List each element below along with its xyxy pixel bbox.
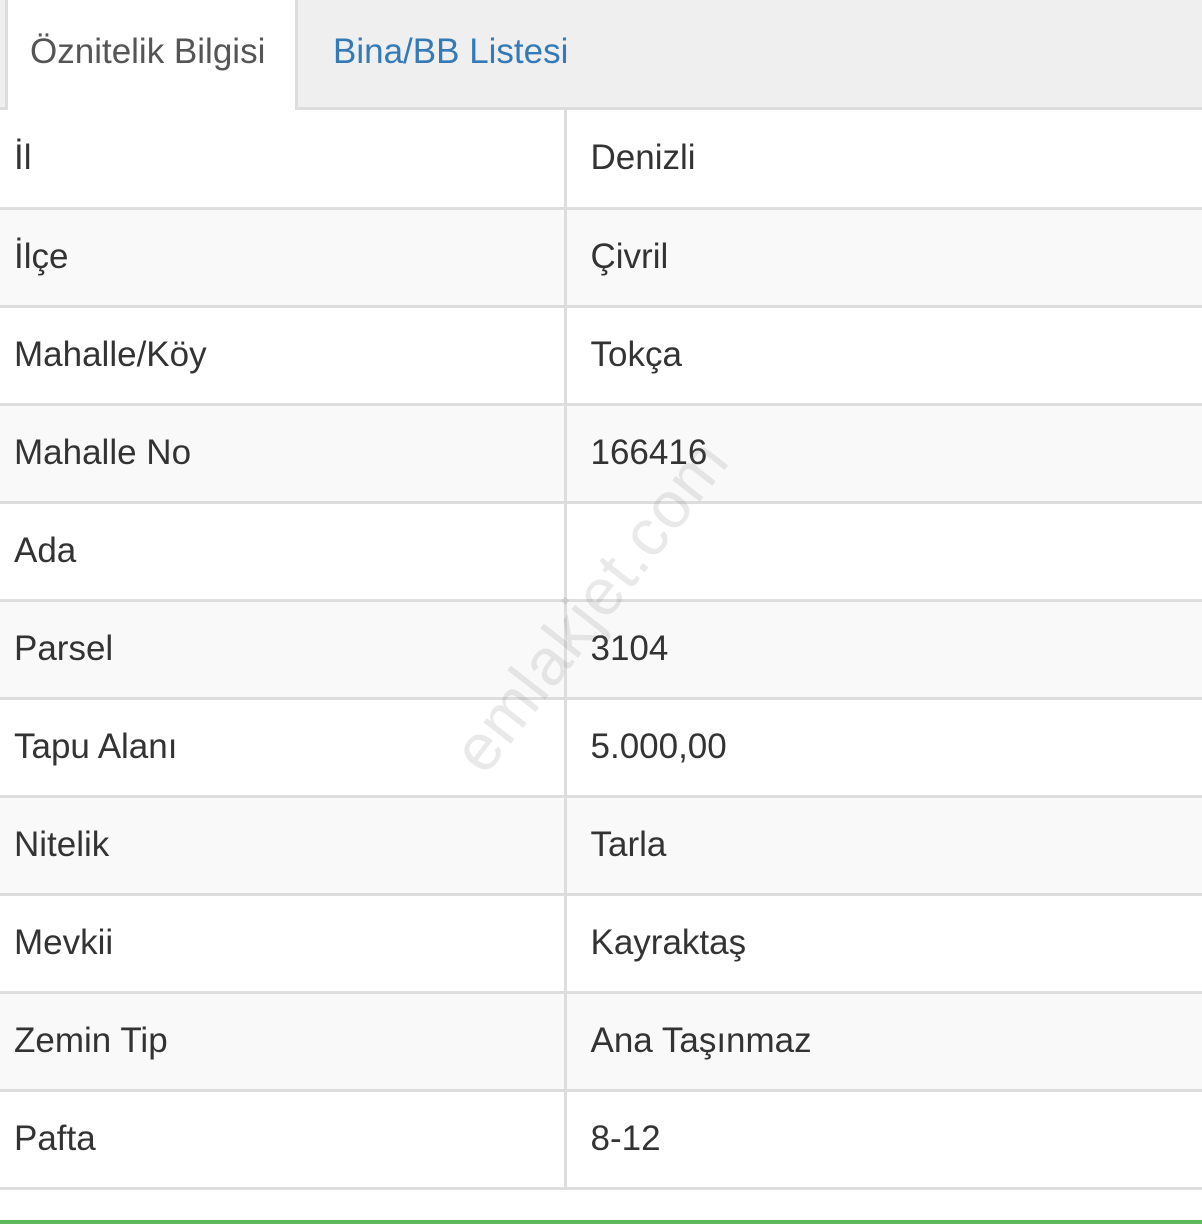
row-value: 166416 bbox=[565, 404, 1202, 504]
row-value: 3104 bbox=[565, 600, 1202, 700]
row-value: Ana Taşınmaz bbox=[565, 992, 1202, 1092]
table-row-ilce: İlçe Çivril bbox=[0, 208, 1202, 308]
table-row-mahalle-koy: Mahalle/Köy Tokça bbox=[0, 306, 1202, 406]
row-value: Denizli bbox=[565, 110, 1202, 210]
row-value: 5.000,00 bbox=[565, 698, 1202, 798]
row-value: Çivril bbox=[565, 208, 1202, 308]
row-label: Parsel bbox=[0, 600, 567, 700]
bottom-accent-line bbox=[0, 1220, 1202, 1224]
attribute-table: İl Denizli İlçe Çivril Mahalle/Köy Tokça… bbox=[0, 110, 1202, 1190]
table-row-tapu-alani: Tapu Alanı 5.000,00 bbox=[0, 698, 1202, 798]
tab-oznitelik-bilgisi[interactable]: Öznitelik Bilgisi bbox=[5, 0, 298, 110]
row-value bbox=[565, 502, 1202, 602]
row-label: Mevkii bbox=[0, 894, 567, 994]
row-label: Tapu Alanı bbox=[0, 698, 567, 798]
table-row-mevkii: Mevkii Kayraktaş bbox=[0, 894, 1202, 994]
row-value: Tokça bbox=[565, 306, 1202, 406]
row-value: Kayraktaş bbox=[565, 894, 1202, 994]
row-label: Nitelik bbox=[0, 796, 567, 896]
row-label: Zemin Tip bbox=[0, 992, 567, 1092]
tab-bina-bb-listesi[interactable]: Bina/BB Listesi bbox=[333, 0, 568, 110]
table-row-pafta: Pafta 8-12 bbox=[0, 1090, 1202, 1190]
row-label: Pafta bbox=[0, 1090, 567, 1190]
table-row-il: İl Denizli bbox=[0, 110, 1202, 210]
row-label: İlçe bbox=[0, 208, 567, 308]
row-label: Mahalle/Köy bbox=[0, 306, 567, 406]
row-label: İl bbox=[0, 110, 567, 210]
row-value: Tarla bbox=[565, 796, 1202, 896]
row-label: Ada bbox=[0, 502, 567, 602]
table-row-mahalle-no: Mahalle No 166416 bbox=[0, 404, 1202, 504]
table-row-ada: Ada bbox=[0, 502, 1202, 602]
table-row-parsel: Parsel 3104 bbox=[0, 600, 1202, 700]
tab-bar: Öznitelik Bilgisi Bina/BB Listesi bbox=[0, 0, 1202, 110]
row-value: 8-12 bbox=[565, 1090, 1202, 1190]
table-row-nitelik: Nitelik Tarla bbox=[0, 796, 1202, 896]
table-row-zemin-tip: Zemin Tip Ana Taşınmaz bbox=[0, 992, 1202, 1092]
row-label: Mahalle No bbox=[0, 404, 567, 504]
